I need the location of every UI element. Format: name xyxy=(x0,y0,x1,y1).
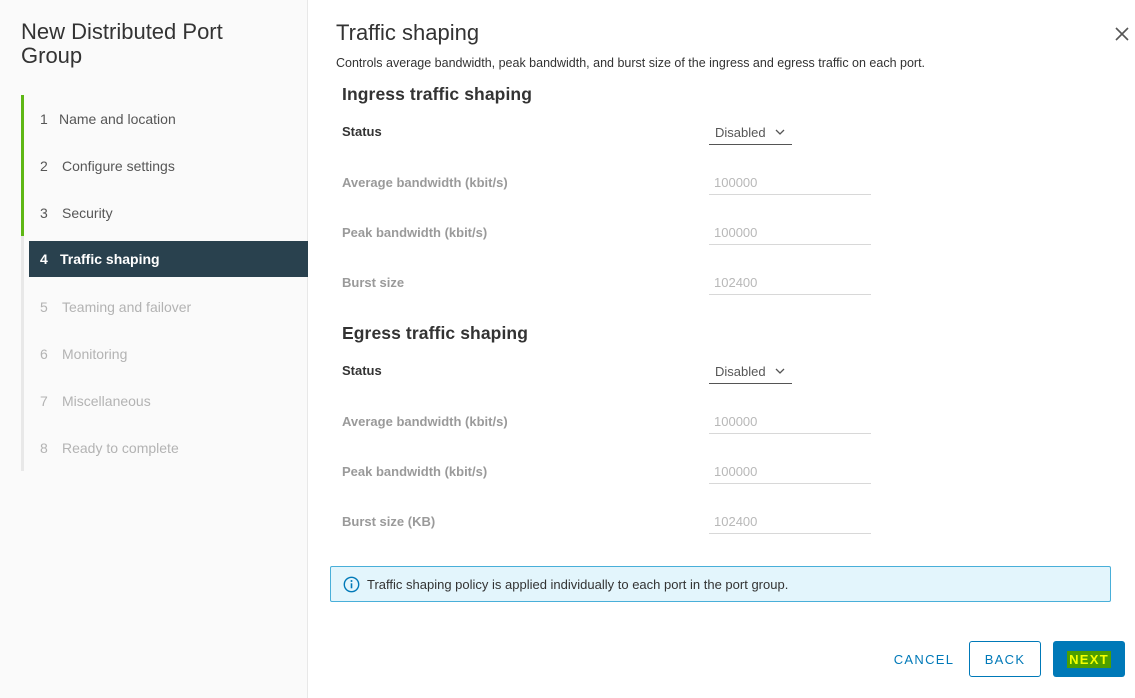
step-number: 8 xyxy=(40,439,48,456)
step-number: 6 xyxy=(40,345,48,362)
wizard-dialog: New Distributed Port Group 1 Name and lo… xyxy=(0,0,1135,698)
step-label: Monitoring xyxy=(62,345,128,362)
egress-avg-input: 100000 xyxy=(709,412,871,434)
ingress-avg-label: Average bandwidth (kbit/s) xyxy=(342,175,508,190)
step-ready-to-complete: 8 Ready to complete xyxy=(21,424,308,471)
egress-status-label: Status xyxy=(342,363,382,378)
step-traffic-shaping[interactable]: 4 Traffic shaping xyxy=(21,236,308,283)
chevron-down-icon xyxy=(775,364,785,384)
step-number: 2 xyxy=(40,157,48,174)
ingress-avg-input: 100000 xyxy=(709,173,871,195)
step-configure-settings[interactable]: 2 Configure settings xyxy=(21,142,308,189)
next-button-label: NEXT xyxy=(1067,650,1111,668)
step-label: Configure settings xyxy=(62,157,175,174)
wizard-steps: 1 Name and location 2 Configure settings… xyxy=(21,95,308,471)
egress-avg-label: Average bandwidth (kbit/s) xyxy=(342,414,508,429)
ingress-status-label: Status xyxy=(342,124,382,139)
egress-status-select[interactable]: Disabled xyxy=(709,362,792,384)
step-label: Miscellaneous xyxy=(62,392,151,409)
step-number: 4 xyxy=(40,251,48,267)
step-number: 3 xyxy=(40,204,48,221)
step-label: Teaming and failover xyxy=(62,298,192,315)
info-banner: Traffic shaping policy is applied indivi… xyxy=(330,566,1111,602)
step-teaming-and-failover: 5 Teaming and failover xyxy=(21,283,308,330)
ingress-burst-input: 102400 xyxy=(709,273,871,295)
step-number: 5 xyxy=(40,298,48,315)
ingress-status-value: Disabled xyxy=(715,125,766,140)
wizard-title: New Distributed Port Group xyxy=(21,19,223,68)
step-label: Ready to complete xyxy=(62,439,179,456)
wizard-content: Traffic shaping Controls average bandwid… xyxy=(309,0,1135,698)
ingress-status-select[interactable]: Disabled xyxy=(709,123,792,145)
step-label: Name and location xyxy=(59,110,176,127)
info-icon xyxy=(343,576,360,598)
egress-peak-input: 100000 xyxy=(709,462,871,484)
wizard-sidebar: New Distributed Port Group 1 Name and lo… xyxy=(0,0,308,698)
back-button[interactable]: BACK xyxy=(969,641,1041,677)
close-icon[interactable] xyxy=(1112,24,1132,44)
step-label: Security xyxy=(62,204,113,221)
egress-section-title: Egress traffic shaping xyxy=(342,323,529,343)
ingress-section-title: Ingress traffic shaping xyxy=(342,84,532,104)
next-button[interactable]: NEXT xyxy=(1053,641,1125,677)
page-title: Traffic shaping xyxy=(336,20,480,45)
egress-peak-label: Peak bandwidth (kbit/s) xyxy=(342,464,488,479)
step-name-and-location[interactable]: 1 Name and location xyxy=(21,95,308,142)
step-label: Traffic shaping xyxy=(60,251,160,267)
page-description: Controls average bandwidth, peak bandwid… xyxy=(336,56,926,70)
cancel-button[interactable]: CANCEL xyxy=(884,641,964,677)
egress-status-value: Disabled xyxy=(715,364,766,379)
step-number: 7 xyxy=(40,392,48,409)
step-miscellaneous: 7 Miscellaneous xyxy=(21,377,308,424)
egress-burst-input: 102400 xyxy=(709,512,871,534)
chevron-down-icon xyxy=(775,125,785,145)
step-security[interactable]: 3 Security xyxy=(21,189,308,236)
step-monitoring: 6 Monitoring xyxy=(21,330,308,377)
egress-burst-label: Burst size (KB) xyxy=(342,514,436,529)
ingress-burst-label: Burst size xyxy=(342,275,405,290)
ingress-peak-input: 100000 xyxy=(709,223,871,245)
step-number: 1 xyxy=(40,110,48,127)
ingress-peak-label: Peak bandwidth (kbit/s) xyxy=(342,225,488,240)
info-text: Traffic shaping policy is applied indivi… xyxy=(367,577,789,592)
